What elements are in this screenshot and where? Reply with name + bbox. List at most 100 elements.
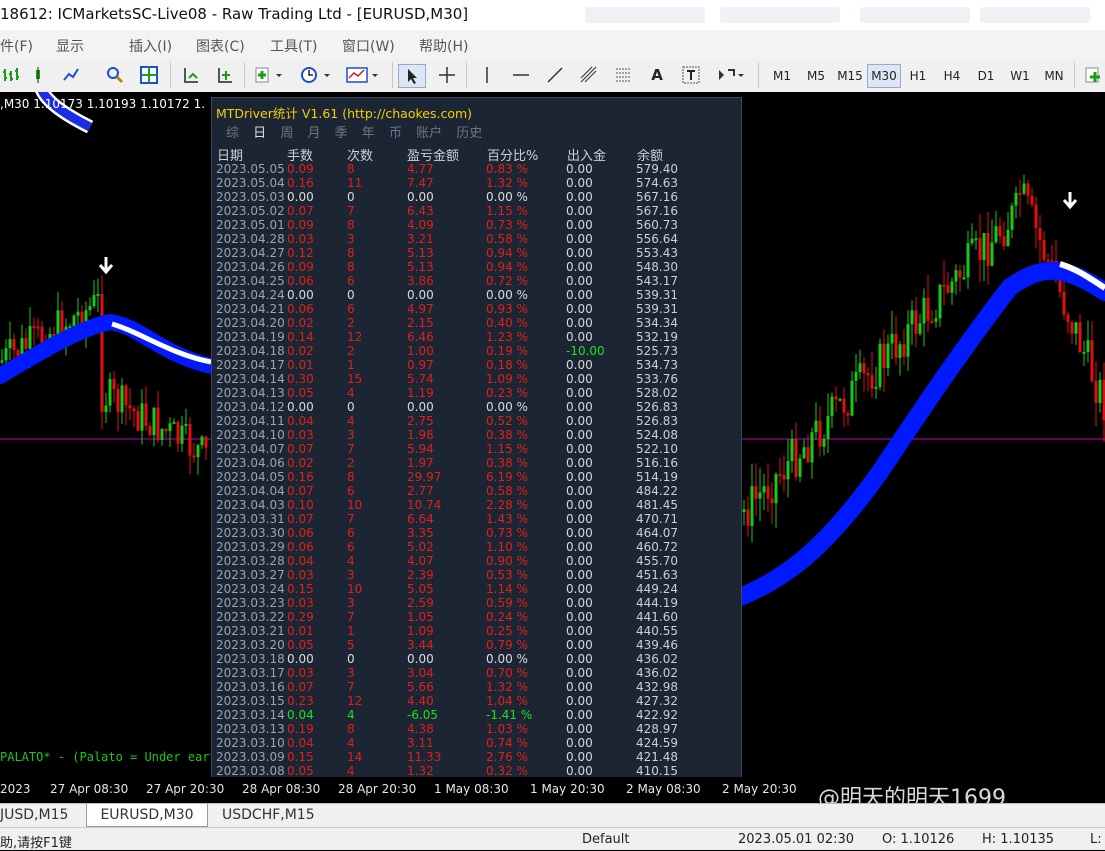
row-profit: 1.05 bbox=[407, 610, 434, 624]
tab-currency[interactable]: 币 bbox=[389, 126, 402, 141]
row-lots: 0.06 bbox=[287, 302, 314, 316]
row-lots: 0.03 bbox=[287, 666, 314, 680]
timeframe-h1[interactable]: H1 bbox=[901, 64, 935, 88]
row-lots: 0.02 bbox=[287, 316, 314, 330]
menu-file[interactable]: 件(F) bbox=[0, 36, 33, 56]
chart-tab-eurusd-m15[interactable]: JUSD,M15 bbox=[0, 804, 84, 826]
chart-shift-icon[interactable] bbox=[214, 64, 236, 86]
row-balance: 455.70 bbox=[636, 554, 678, 568]
window-title: 18612: ICMarketsSC-Live08 - Raw Trading … bbox=[0, 5, 468, 23]
periods-clock-icon[interactable] bbox=[298, 64, 334, 86]
toolbar-separator bbox=[1074, 62, 1075, 88]
candle-body bbox=[125, 385, 128, 405]
zoom-in-icon[interactable] bbox=[104, 64, 126, 86]
background-tab[interactable] bbox=[980, 7, 1090, 23]
row-date: 2023.04.05 bbox=[216, 470, 285, 484]
menu-charts[interactable]: 图表(C) bbox=[196, 36, 245, 56]
horizontal-line-icon[interactable] bbox=[510, 64, 532, 86]
row-balance: 579.40 bbox=[636, 162, 678, 176]
tab-monthly[interactable]: 月 bbox=[307, 126, 320, 141]
row-date: 2023.04.20 bbox=[216, 316, 285, 330]
row-percent: 0.53 % bbox=[486, 568, 528, 582]
tab-weekly[interactable]: 周 bbox=[280, 126, 293, 141]
tile-windows-icon[interactable] bbox=[138, 64, 160, 86]
line-chart-icon[interactable] bbox=[60, 64, 82, 86]
row-percent: 0.94 % bbox=[486, 260, 528, 274]
row-lots: 0.01 bbox=[287, 358, 314, 372]
row-percent: 1.15 % bbox=[486, 442, 528, 456]
row-profit: 1.32 bbox=[407, 764, 434, 778]
timeframe-m5[interactable]: M5 bbox=[799, 64, 833, 88]
menu-tools[interactable]: 工具(T) bbox=[270, 36, 317, 56]
timeframe-m1[interactable]: M1 bbox=[765, 64, 799, 88]
candle-body bbox=[121, 385, 124, 412]
timeframe-m15[interactable]: M15 bbox=[833, 64, 867, 88]
background-tab[interactable] bbox=[720, 7, 840, 23]
candle-body bbox=[847, 413, 850, 416]
text-label-icon[interactable] bbox=[680, 64, 702, 86]
timeframe-m30[interactable]: M30 bbox=[867, 64, 901, 88]
new-chart-icon[interactable] bbox=[1082, 64, 1104, 86]
chart-tab-eurusd-m30[interactable]: EURUSD,M30 bbox=[86, 804, 208, 827]
fibonacci-icon[interactable] bbox=[612, 64, 634, 86]
row-percent: 0.00 % bbox=[486, 190, 528, 204]
tab-yearly[interactable]: 年 bbox=[362, 126, 375, 141]
row-deposit: 0.00 bbox=[566, 246, 593, 260]
row-date: 2023.03.27 bbox=[216, 568, 285, 582]
row-deposit: 0.00 bbox=[566, 260, 593, 274]
tab-summary[interactable]: 综 bbox=[226, 126, 239, 141]
auto-scroll-icon[interactable] bbox=[180, 64, 202, 86]
row-deposit: 0.00 bbox=[566, 736, 593, 750]
timeframe-h4[interactable]: H4 bbox=[935, 64, 969, 88]
candle-body bbox=[1003, 236, 1006, 246]
tab-account[interactable]: 账户 bbox=[416, 126, 442, 141]
menu-help[interactable]: 帮助(H) bbox=[419, 36, 468, 56]
row-lots: 0.06 bbox=[287, 526, 314, 540]
row-count: 2 bbox=[347, 344, 355, 358]
timeframe-mn[interactable]: MN bbox=[1037, 64, 1071, 88]
timeframe-d1[interactable]: D1 bbox=[969, 64, 1003, 88]
bar-chart-icon[interactable] bbox=[0, 64, 22, 86]
candles-icon[interactable] bbox=[30, 64, 52, 86]
row-balance: 567.16 bbox=[636, 190, 678, 204]
background-tab[interactable] bbox=[860, 7, 970, 23]
row-percent: 0.24 % bbox=[486, 610, 528, 624]
candle-body bbox=[807, 447, 810, 462]
row-profit: 4.09 bbox=[407, 218, 434, 232]
row-lots: 0.15 bbox=[287, 582, 314, 596]
menu-insert[interactable]: 插入(I) bbox=[129, 36, 172, 56]
tab-history[interactable]: 历史 bbox=[456, 126, 482, 141]
row-percent: 2.28 % bbox=[486, 498, 528, 512]
row-percent: 0.73 % bbox=[486, 218, 528, 232]
candle-body bbox=[1083, 352, 1086, 354]
cursor-icon[interactable] bbox=[398, 64, 426, 88]
row-deposit: 0.00 bbox=[566, 582, 593, 596]
crosshair-icon[interactable] bbox=[436, 64, 458, 86]
row-balance: 534.73 bbox=[636, 358, 678, 372]
row-deposit: -10.00 bbox=[566, 344, 605, 358]
channel-icon[interactable] bbox=[578, 64, 600, 86]
trendline-icon[interactable] bbox=[544, 64, 566, 86]
background-tab[interactable] bbox=[585, 7, 705, 23]
arrows-icon[interactable] bbox=[714, 64, 748, 86]
row-profit: 6.64 bbox=[407, 512, 434, 526]
text-tool-icon[interactable]: A bbox=[646, 64, 668, 86]
menu-view[interactable]: 显示 bbox=[56, 36, 84, 56]
row-count: 0 bbox=[347, 190, 355, 204]
templates-icon[interactable] bbox=[344, 64, 382, 86]
tab-quarterly[interactable]: 季 bbox=[335, 126, 348, 141]
menu-window[interactable]: 窗口(W) bbox=[342, 36, 395, 56]
vertical-line-icon[interactable] bbox=[476, 64, 498, 86]
row-percent: 1.10 % bbox=[486, 540, 528, 554]
row-count: 0 bbox=[347, 400, 355, 414]
row-balance: 424.59 bbox=[636, 736, 678, 750]
row-profit: 4.77 bbox=[407, 162, 434, 176]
row-deposit: 0.00 bbox=[566, 456, 593, 470]
chart-tab-usdchf-m15[interactable]: USDCHF,M15 bbox=[222, 804, 342, 826]
candle-body bbox=[983, 233, 986, 260]
row-profit: 1.98 bbox=[407, 428, 434, 442]
indicators-icon[interactable] bbox=[252, 64, 286, 86]
row-balance: 567.16 bbox=[636, 204, 678, 218]
tab-daily[interactable]: 日 bbox=[253, 126, 266, 141]
timeframe-w1[interactable]: W1 bbox=[1003, 64, 1037, 88]
